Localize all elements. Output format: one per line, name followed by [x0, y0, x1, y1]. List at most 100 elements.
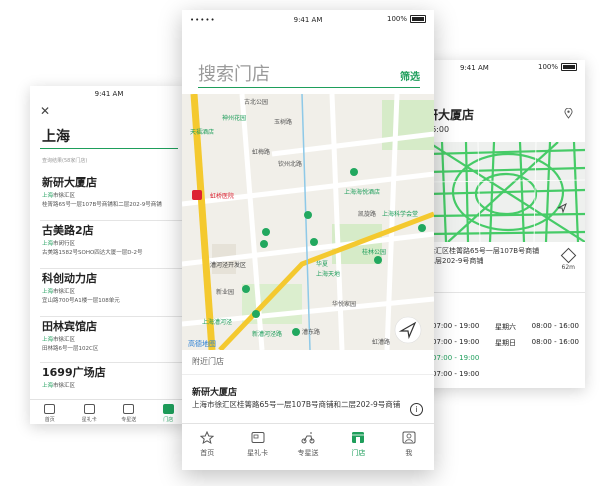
- city-label: 上海: [42, 241, 54, 247]
- tab-delivery[interactable]: 专星送: [109, 400, 149, 424]
- city-label: 上海: [42, 383, 54, 389]
- store-name[interactable]: 新研大厦店: [192, 385, 237, 398]
- list-item[interactable]: 1699广场店 上海市徐汇区: [42, 366, 180, 391]
- map-label: 漕东路: [302, 328, 320, 336]
- store-city: 上海市徐汇区: [42, 336, 180, 345]
- store-marker[interactable]: [260, 240, 268, 248]
- store-marker[interactable]: [252, 310, 260, 318]
- divider: [40, 220, 188, 221]
- map-label: 上海科学会堂: [382, 210, 418, 218]
- locate-arrow-icon[interactable]: [556, 202, 568, 214]
- map-label: 新漕河泾路: [252, 330, 282, 338]
- city-label: 上海: [42, 289, 54, 295]
- navigate-icon: [560, 247, 577, 264]
- tab-home[interactable]: 首页: [30, 400, 70, 424]
- store-city: 上海市徐汇区: [42, 288, 180, 297]
- map-label: 古北公园: [244, 98, 268, 106]
- store-name: 1699广场店: [42, 366, 106, 379]
- map-label: 华悦家园: [332, 300, 356, 308]
- star-icon: [44, 404, 56, 414]
- list-item[interactable]: 科创动力店 上海市徐汇区 宜山路700号A1楼一层108单元: [42, 272, 180, 306]
- tab-gift-card[interactable]: 星礼卡: [232, 424, 282, 470]
- divider: [428, 292, 585, 293]
- store-marker[interactable]: [292, 328, 300, 336]
- hours-row-today: 07:00 - 19:00: [432, 354, 579, 362]
- tab-label: 星礼卡: [81, 417, 97, 423]
- tab-me[interactable]: 我: [384, 424, 434, 470]
- tab-label: 首页: [200, 449, 215, 457]
- store-address: 上海市徐汇区桂箐路65号一层107B号商铺和二层202-9号商铺: [192, 400, 401, 409]
- divider: [40, 362, 188, 363]
- list-item[interactable]: 新研大厦店 上海市徐汇区 桂箐路65号一层107B号商铺和二层202-9号商铺: [42, 176, 180, 210]
- list-item[interactable]: 田林宾馆店 上海市徐汇区 田林路6号一层102C区: [42, 320, 180, 354]
- store-map[interactable]: 古北公园 神州花园 玉树路 天福酒店 虹桥医院 漕河泾开发区 新业园 上海漕河泾…: [182, 94, 434, 350]
- district: 市徐汇区: [53, 383, 76, 389]
- hours-row: 07:00 - 19:00 星期日 08:00 - 16:00: [432, 338, 579, 348]
- map-label: 钦州北路: [278, 160, 302, 168]
- store-address: 徐汇区桂箐路65号一层107B号商铺二层202-9号商铺: [428, 247, 540, 265]
- list-item[interactable]: 古美路2店 上海市闵行区 古美路1582号SOHO四达大厦一层D-2号: [42, 224, 180, 258]
- map-label: 神州花园: [222, 114, 246, 122]
- district: 市徐汇区: [53, 289, 76, 295]
- tab-home[interactable]: 首页: [182, 424, 232, 470]
- store-map-screen: ••••• 9:41 AM 100% 搜索门店 筛选 古北公园 神州花园 玉树路…: [182, 10, 434, 470]
- battery-percent: 100%: [386, 15, 407, 23]
- status-time: 9:41 AM: [94, 90, 124, 98]
- distance[interactable]: 62m: [560, 247, 577, 271]
- traffic-map[interactable]: [428, 142, 585, 242]
- store-name: 科创动力店: [42, 272, 97, 285]
- store-marker[interactable]: [262, 228, 270, 236]
- map-label: 天福酒店: [190, 128, 214, 136]
- store-city: 上海市徐汇区: [42, 382, 180, 391]
- status-bar: 9:41 AM 100%: [420, 60, 585, 76]
- divider: [40, 316, 188, 317]
- hours-row: 07:00 - 19:00 星期六 08:00 - 16:00: [432, 322, 579, 332]
- divider: [40, 268, 188, 269]
- store-icon: [162, 404, 174, 414]
- info-icon[interactable]: i: [410, 403, 423, 416]
- tab-stores[interactable]: 门店: [333, 424, 383, 470]
- location-pin-icon[interactable]: [564, 108, 573, 119]
- map-label: 新业园: [216, 288, 234, 296]
- hours-right: 08:00 - 16:00: [531, 322, 579, 330]
- store-list-screen: 9:41 AM ✕ 上海 查询结果(58家门店) 新研大厦店 上海市徐汇区 桂箐…: [30, 86, 188, 424]
- tab-label: 首页: [44, 417, 55, 423]
- store-detail-screen: 9:41 AM 100% 研大厦店 16:00 徐汇区桂箐路65号一层107B号…: [420, 60, 585, 388]
- map-label: 上海海悦酒店: [344, 188, 380, 196]
- battery-percent: 100%: [537, 63, 558, 71]
- status-bar: ••••• 9:41 AM 100%: [182, 10, 434, 30]
- person-icon: [402, 431, 416, 444]
- store-marker[interactable]: [304, 211, 312, 219]
- card-icon: [251, 432, 265, 443]
- store-marker[interactable]: [350, 168, 358, 176]
- store-icon: [352, 432, 365, 443]
- city-label: 上海: [42, 193, 54, 199]
- tab-gift-card[interactable]: 星礼卡: [70, 400, 110, 424]
- star-icon: [200, 431, 215, 444]
- scooter-icon: [123, 404, 135, 414]
- map-label: 上海天地: [316, 270, 340, 278]
- locate-button[interactable]: [394, 316, 422, 344]
- hours-right: 08:00 - 16:00: [531, 338, 579, 346]
- map-label: 上海漕河泾: [202, 318, 232, 326]
- map-label: 华夏: [316, 260, 328, 268]
- search-input[interactable]: 搜索门店: [198, 60, 270, 86]
- tab-delivery[interactable]: 专星送: [283, 424, 333, 470]
- map-label: 虹漕路: [372, 338, 390, 346]
- battery-icon: [561, 63, 577, 71]
- store-name: 古美路2店: [42, 224, 94, 237]
- store-marker[interactable]: [310, 238, 318, 246]
- store-marker[interactable]: [374, 256, 382, 264]
- tab-bar: 首页 星礼卡 专星送 门店 我: [182, 423, 434, 470]
- district: 市徐汇区: [53, 337, 76, 343]
- store-marker[interactable]: [418, 224, 426, 232]
- store-marker[interactable]: [242, 285, 250, 293]
- city-input[interactable]: 上海: [42, 126, 70, 146]
- battery-icon: [410, 15, 426, 23]
- close-icon[interactable]: ✕: [40, 104, 50, 118]
- tab-label: 专星送: [297, 449, 319, 457]
- filter-button[interactable]: 筛选: [400, 68, 420, 83]
- scooter-icon: [301, 432, 315, 444]
- hospital-icon: [192, 190, 202, 200]
- tab-label: 门店: [351, 449, 366, 457]
